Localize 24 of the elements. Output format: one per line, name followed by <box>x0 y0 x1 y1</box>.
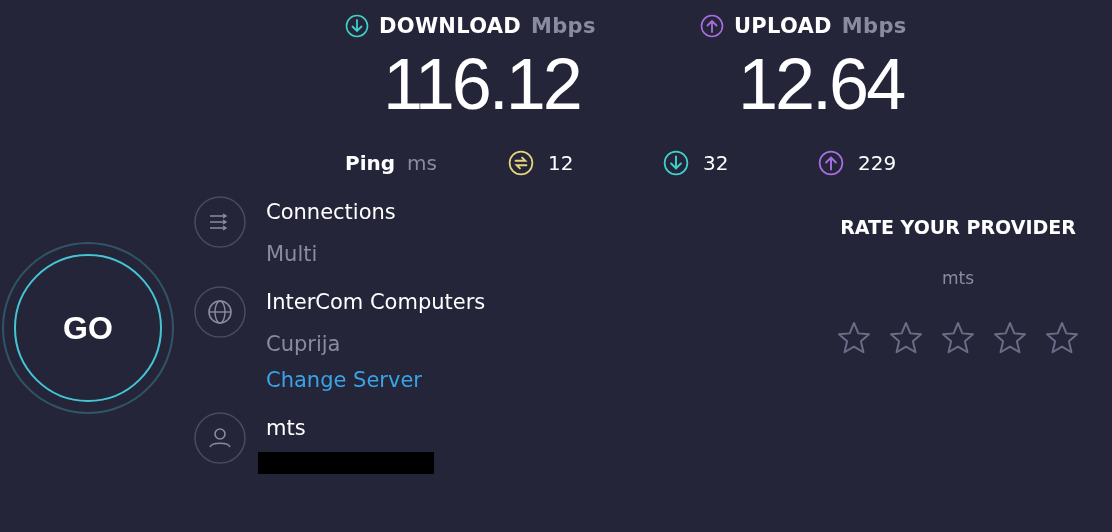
rate-provider-title: RATE YOUR PROVIDER <box>840 216 1076 238</box>
ping-label: Ping <box>345 151 396 175</box>
ping-arrows-icon <box>508 150 534 176</box>
detail-subtitle: Multi <box>266 241 319 268</box>
detail-title: mts <box>266 415 307 442</box>
person-icon <box>194 412 246 464</box>
ping-value: 32 <box>703 151 729 175</box>
ping-value: 229 <box>858 151 897 175</box>
speed-value: 12.64 <box>738 48 904 120</box>
ping-value: 12 <box>548 151 574 175</box>
go-button[interactable]: GO <box>2 242 174 414</box>
connections-icon <box>194 196 246 248</box>
unit-label: ms <box>407 151 437 175</box>
unit-label: Mbps <box>841 14 907 38</box>
unit-label: Mbps <box>531 14 596 38</box>
detail-title: Connections <box>266 199 396 226</box>
change-server-link[interactable]: Change Server <box>266 366 486 394</box>
provider-name: mts <box>941 268 975 288</box>
globe-icon <box>194 286 246 338</box>
detail-title: InterCom Computers <box>266 289 486 316</box>
speed-label: UPLOAD <box>734 14 832 38</box>
speed-label: DOWNLOAD <box>379 14 522 38</box>
speed-value: 116.12 <box>383 48 580 120</box>
detail-subtitle: Cuprija <box>266 331 342 358</box>
